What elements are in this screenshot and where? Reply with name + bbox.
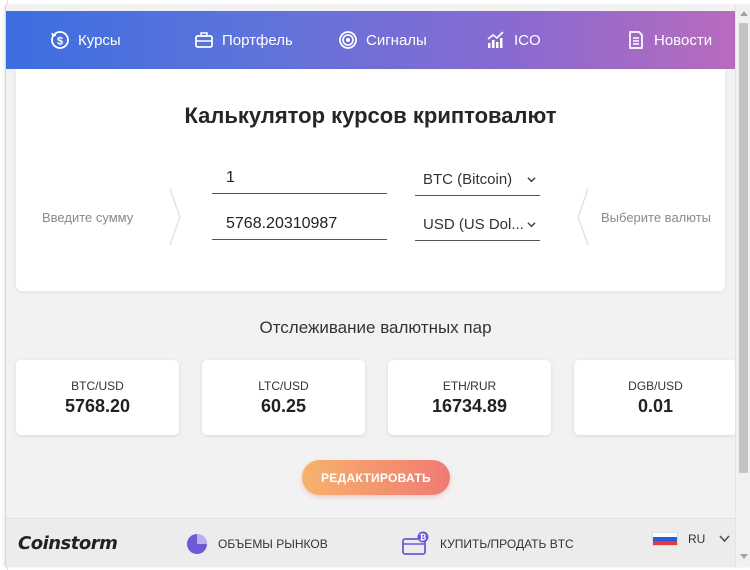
scrollbar[interactable] (735, 5, 750, 567)
scrollbar-thumb[interactable] (739, 23, 748, 473)
nav-item-ico[interactable]: ICO (486, 11, 541, 69)
currency-hint: Выберите валюты (601, 210, 712, 225)
tracking-title: Отслеживание валютных пар (259, 318, 492, 337)
svg-text:$: $ (57, 36, 63, 48)
exchange-icon: $ (51, 31, 69, 49)
nav-item-signals[interactable]: Сигналы (338, 11, 427, 69)
language-label: RU (688, 532, 706, 546)
language-selector[interactable]: RU (652, 532, 730, 546)
pair-name: ETH/RUR (442, 379, 497, 393)
market-volumes-link[interactable]: ОБЪЕМЫ РЫНКОВ (186, 531, 328, 557)
target-icon (339, 31, 357, 49)
scroll-down-arrow-icon[interactable] (740, 554, 748, 559)
chevron-down-icon (527, 177, 536, 183)
pair-card[interactable]: BTC/USD 5768.20 (16, 360, 179, 435)
pair-value: 0.01 (637, 396, 674, 416)
pair-name: LTC/USD (258, 379, 309, 393)
market-volumes-label: ОБЪЕМЫ РЫНКОВ (218, 537, 328, 551)
coinstorm-logo[interactable]: Coinstorm (18, 533, 118, 554)
nav-item-label: Сигналы (366, 31, 427, 49)
amount-hint: Введите сумму (42, 210, 134, 225)
pair-card[interactable]: ETH/RUR 16734.89 (388, 360, 551, 435)
to-currency-value: USD (US Dol... (423, 216, 524, 233)
pair-name: BTC/USD (71, 379, 124, 393)
pair-value: 60.25 (260, 396, 307, 416)
chevron-left-divider-icon (577, 188, 589, 246)
from-currency-value: BTC (Bitcoin) (423, 171, 513, 188)
calculator-card: Калькулятор курсов криптовалют Введите с… (16, 69, 725, 291)
svg-text:₿: ₿ (420, 533, 427, 542)
top-navigation: $ Курсы Портфель Сигналы ICO Новости (6, 11, 735, 69)
calculator-title: Калькулятор курсов криптовалют (184, 103, 557, 128)
chevron-right-divider-icon (169, 188, 181, 246)
edit-pairs-button[interactable]: РЕДАКТИРОВАТЬ (302, 460, 450, 495)
pair-card[interactable]: LTC/USD 60.25 (202, 360, 365, 435)
footer-bar: Coinstorm ОБЪЕМЫ РЫНКОВ ₿ КУПИТЬ/ПРОДАТЬ… (6, 518, 735, 567)
chevron-down-icon (527, 222, 536, 228)
nav-item-portfolio[interactable]: Портфель (194, 11, 293, 69)
pair-value: 5768.20 (64, 396, 131, 416)
chevron-down-icon (719, 535, 730, 543)
nav-item-label: ICO (514, 31, 541, 49)
pair-name: DGB/USD (628, 379, 683, 393)
amount-input[interactable]: 1 (212, 164, 387, 194)
scroll-up-arrow-icon[interactable] (740, 11, 748, 16)
wallet-icon: ₿ (402, 531, 429, 555)
extension-popup: $ Курсы Портфель Сигналы ICO Новости Кал… (5, 5, 750, 567)
nav-item-label: Курсы (78, 31, 121, 49)
to-currency-select[interactable]: USD (US Dol... (415, 211, 540, 241)
chart-growth-icon (487, 31, 504, 48)
nav-item-news[interactable]: Новости (626, 11, 712, 69)
nav-item-rates[interactable]: $ Курсы (50, 11, 121, 69)
russian-flag-icon (652, 532, 678, 546)
buy-sell-label: КУПИТЬ/ПРОДАТЬ BTC (440, 537, 574, 551)
pair-card[interactable]: DGB/USD 0.01 (574, 360, 737, 435)
pie-chart-icon (187, 534, 207, 554)
nav-item-label: Новости (654, 31, 713, 49)
nav-item-label: Портфель (222, 31, 293, 49)
result-output[interactable]: 5768.20310987 (212, 210, 387, 240)
briefcase-icon (195, 32, 213, 48)
pair-value: 16734.89 (431, 396, 508, 416)
document-icon (629, 31, 643, 49)
from-currency-select[interactable]: BTC (Bitcoin) (415, 166, 540, 196)
buy-sell-btc-link[interactable]: ₿ КУПИТЬ/ПРОДАТЬ BTC (402, 531, 574, 557)
